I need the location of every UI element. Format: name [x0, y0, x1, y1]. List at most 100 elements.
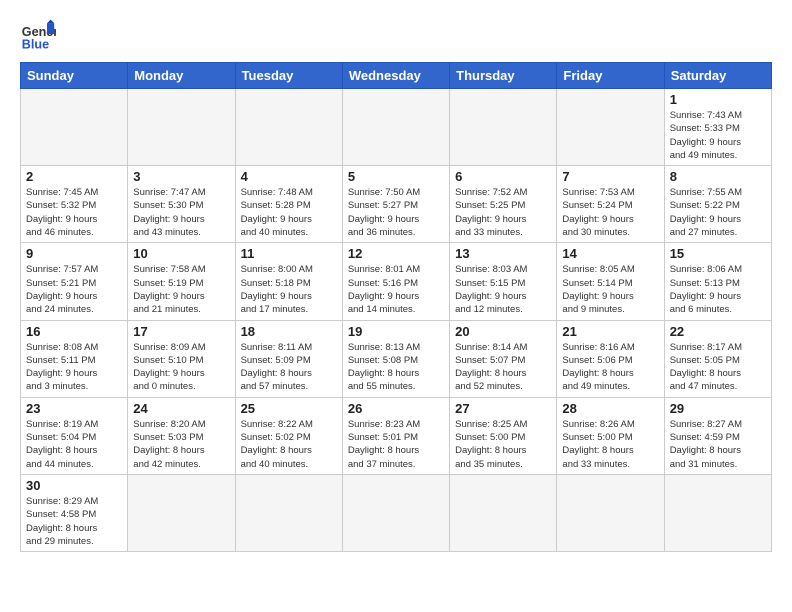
day-info: Sunrise: 8:00 AMSunset: 5:18 PMDaylight:…	[241, 263, 337, 316]
day-info: Sunrise: 7:57 AMSunset: 5:21 PMDaylight:…	[26, 263, 122, 316]
calendar-week-6: 30 Sunrise: 8:29 AMSunset: 4:58 PMDayligh…	[21, 474, 772, 551]
calendar-cell: 14 Sunrise: 8:05 AMSunset: 5:14 PMDayligh…	[557, 243, 664, 320]
day-number: 8	[670, 169, 766, 184]
weekday-header-friday: Friday	[557, 63, 664, 89]
day-info: Sunrise: 8:09 AMSunset: 5:10 PMDaylight:…	[133, 341, 229, 394]
weekday-header-sunday: Sunday	[21, 63, 128, 89]
header: General Blue	[20, 16, 772, 52]
day-info: Sunrise: 8:13 AMSunset: 5:08 PMDaylight:…	[348, 341, 444, 394]
calendar-cell: 15 Sunrise: 8:06 AMSunset: 5:13 PMDayligh…	[664, 243, 771, 320]
day-number: 29	[670, 401, 766, 416]
calendar-cell: 9 Sunrise: 7:57 AMSunset: 5:21 PMDaylight…	[21, 243, 128, 320]
calendar-week-2: 2 Sunrise: 7:45 AMSunset: 5:32 PMDaylight…	[21, 166, 772, 243]
weekday-header-thursday: Thursday	[450, 63, 557, 89]
day-info: Sunrise: 7:52 AMSunset: 5:25 PMDaylight:…	[455, 186, 551, 239]
day-number: 3	[133, 169, 229, 184]
day-number: 20	[455, 324, 551, 339]
day-number: 19	[348, 324, 444, 339]
day-info: Sunrise: 8:20 AMSunset: 5:03 PMDaylight:…	[133, 418, 229, 471]
day-number: 23	[26, 401, 122, 416]
day-info: Sunrise: 7:53 AMSunset: 5:24 PMDaylight:…	[562, 186, 658, 239]
day-info: Sunrise: 7:45 AMSunset: 5:32 PMDaylight:…	[26, 186, 122, 239]
calendar-week-1: 1 Sunrise: 7:43 AMSunset: 5:33 PMDaylight…	[21, 89, 772, 166]
day-number: 14	[562, 246, 658, 261]
calendar-cell: 13Sunrise: 8:03 AMSunset: 5:15 PMDayligh…	[450, 243, 557, 320]
day-info: Sunrise: 8:06 AMSunset: 5:13 PMDaylight:…	[670, 263, 766, 316]
weekday-header-wednesday: Wednesday	[342, 63, 449, 89]
calendar-cell: 26 Sunrise: 8:23 AMSunset: 5:01 PMDayligh…	[342, 397, 449, 474]
day-number: 6	[455, 169, 551, 184]
day-info: Sunrise: 7:47 AMSunset: 5:30 PMDaylight:…	[133, 186, 229, 239]
day-number: 16	[26, 324, 122, 339]
day-number: 1	[670, 92, 766, 107]
day-info: Sunrise: 8:22 AMSunset: 5:02 PMDaylight:…	[241, 418, 337, 471]
calendar-cell: 24Sunrise: 8:20 AMSunset: 5:03 PMDayligh…	[128, 397, 235, 474]
day-info: Sunrise: 8:23 AMSunset: 5:01 PMDaylight:…	[348, 418, 444, 471]
day-number: 27	[455, 401, 551, 416]
calendar-cell: 11Sunrise: 8:00 AMSunset: 5:18 PMDayligh…	[235, 243, 342, 320]
day-number: 15	[670, 246, 766, 261]
weekday-header-saturday: Saturday	[664, 63, 771, 89]
day-info: Sunrise: 7:55 AMSunset: 5:22 PMDaylight:…	[670, 186, 766, 239]
day-number: 10	[133, 246, 229, 261]
day-number: 26	[348, 401, 444, 416]
calendar-cell: 18 Sunrise: 8:11 AMSunset: 5:09 PMDayligh…	[235, 320, 342, 397]
logo: General Blue	[20, 16, 56, 52]
day-info: Sunrise: 8:19 AMSunset: 5:04 PMDaylight:…	[26, 418, 122, 471]
day-info: Sunrise: 8:26 AMSunset: 5:00 PMDaylight:…	[562, 418, 658, 471]
calendar-cell: 6 Sunrise: 7:52 AMSunset: 5:25 PMDaylight…	[450, 166, 557, 243]
svg-text:Blue: Blue	[22, 37, 49, 51]
calendar-cell	[664, 474, 771, 551]
day-number: 7	[562, 169, 658, 184]
calendar-week-4: 16 Sunrise: 8:08 AMSunset: 5:11 PMDayligh…	[21, 320, 772, 397]
day-number: 30	[26, 478, 122, 493]
day-info: Sunrise: 7:58 AMSunset: 5:19 PMDaylight:…	[133, 263, 229, 316]
day-number: 2	[26, 169, 122, 184]
day-number: 17	[133, 324, 229, 339]
calendar-cell	[235, 474, 342, 551]
day-number: 22	[670, 324, 766, 339]
day-info: Sunrise: 8:05 AMSunset: 5:14 PMDaylight:…	[562, 263, 658, 316]
calendar-cell: 12Sunrise: 8:01 AMSunset: 5:16 PMDayligh…	[342, 243, 449, 320]
calendar-cell: 19 Sunrise: 8:13 AMSunset: 5:08 PMDayligh…	[342, 320, 449, 397]
day-info: Sunrise: 8:29 AMSunset: 4:58 PMDaylight:…	[26, 495, 122, 548]
calendar-cell: 27 Sunrise: 8:25 AMSunset: 5:00 PMDayligh…	[450, 397, 557, 474]
calendar-week-3: 9 Sunrise: 7:57 AMSunset: 5:21 PMDaylight…	[21, 243, 772, 320]
day-number: 21	[562, 324, 658, 339]
calendar-cell	[450, 474, 557, 551]
day-info: Sunrise: 8:08 AMSunset: 5:11 PMDaylight:…	[26, 341, 122, 394]
day-info: Sunrise: 7:48 AMSunset: 5:28 PMDaylight:…	[241, 186, 337, 239]
calendar-cell: 7 Sunrise: 7:53 AMSunset: 5:24 PMDaylight…	[557, 166, 664, 243]
calendar-cell: 10 Sunrise: 7:58 AMSunset: 5:19 PMDayligh…	[128, 243, 235, 320]
day-info: Sunrise: 8:27 AMSunset: 4:59 PMDaylight:…	[670, 418, 766, 471]
day-info: Sunrise: 7:43 AMSunset: 5:33 PMDaylight:…	[670, 109, 766, 162]
calendar-cell: 1 Sunrise: 7:43 AMSunset: 5:33 PMDaylight…	[664, 89, 771, 166]
day-info: Sunrise: 7:50 AMSunset: 5:27 PMDaylight:…	[348, 186, 444, 239]
weekday-header-monday: Monday	[128, 63, 235, 89]
calendar-cell	[557, 89, 664, 166]
calendar-cell: 29 Sunrise: 8:27 AMSunset: 4:59 PMDayligh…	[664, 397, 771, 474]
day-number: 12	[348, 246, 444, 261]
calendar-cell	[342, 89, 449, 166]
day-number: 28	[562, 401, 658, 416]
calendar-cell: 17 Sunrise: 8:09 AMSunset: 5:10 PMDayligh…	[128, 320, 235, 397]
calendar-cell: 4Sunrise: 7:48 AMSunset: 5:28 PMDaylight…	[235, 166, 342, 243]
calendar-cell: 21Sunrise: 8:16 AMSunset: 5:06 PMDayligh…	[557, 320, 664, 397]
calendar-cell	[450, 89, 557, 166]
calendar-week-5: 23 Sunrise: 8:19 AMSunset: 5:04 PMDayligh…	[21, 397, 772, 474]
calendar-cell	[128, 474, 235, 551]
calendar-cell: 20Sunrise: 8:14 AMSunset: 5:07 PMDayligh…	[450, 320, 557, 397]
day-info: Sunrise: 8:03 AMSunset: 5:15 PMDaylight:…	[455, 263, 551, 316]
calendar-cell: 30 Sunrise: 8:29 AMSunset: 4:58 PMDayligh…	[21, 474, 128, 551]
day-info: Sunrise: 8:25 AMSunset: 5:00 PMDaylight:…	[455, 418, 551, 471]
day-number: 25	[241, 401, 337, 416]
day-info: Sunrise: 8:11 AMSunset: 5:09 PMDaylight:…	[241, 341, 337, 394]
calendar-cell: 16 Sunrise: 8:08 AMSunset: 5:11 PMDayligh…	[21, 320, 128, 397]
calendar-cell: 2 Sunrise: 7:45 AMSunset: 5:32 PMDaylight…	[21, 166, 128, 243]
weekday-header-row: SundayMondayTuesdayWednesdayThursdayFrid…	[21, 63, 772, 89]
calendar-cell	[342, 474, 449, 551]
calendar-cell	[21, 89, 128, 166]
day-number: 18	[241, 324, 337, 339]
calendar-cell	[128, 89, 235, 166]
day-number: 9	[26, 246, 122, 261]
